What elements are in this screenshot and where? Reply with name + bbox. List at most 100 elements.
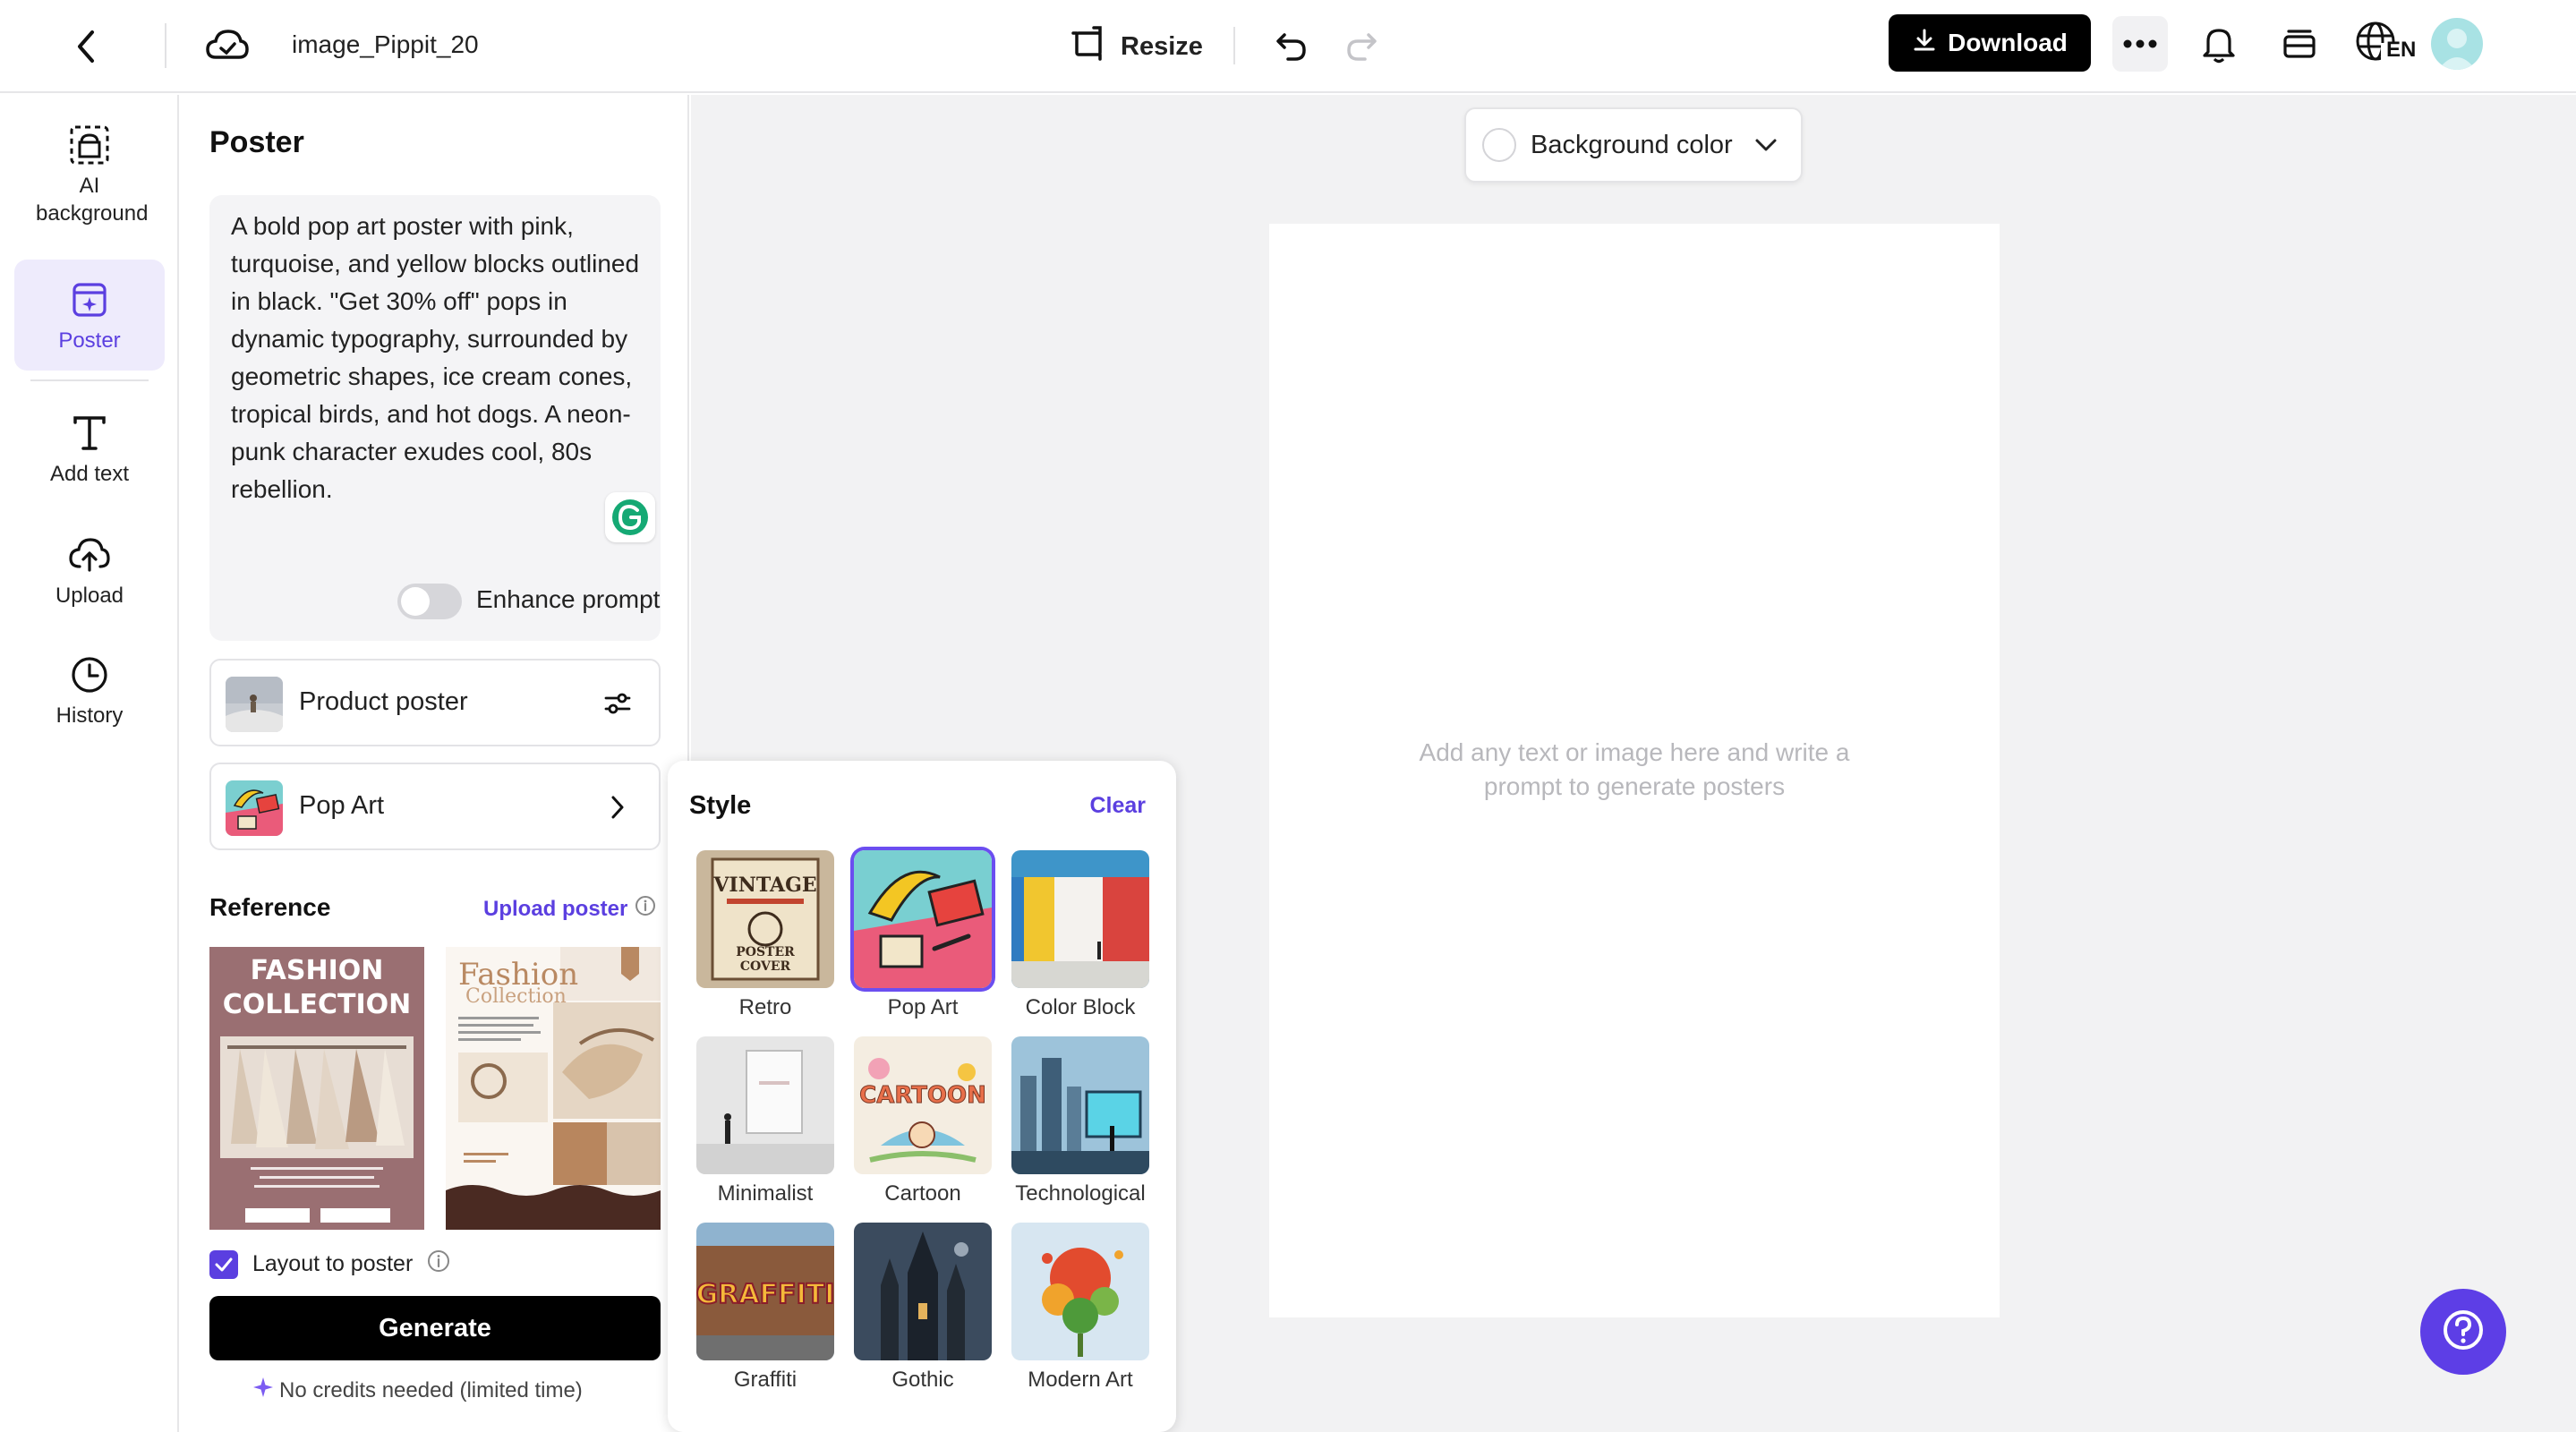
chevron-right-icon: [596, 786, 639, 829]
color-swatch: [1482, 128, 1516, 162]
style-name: Color Block: [1025, 995, 1136, 1019]
rail-item-history[interactable]: History: [14, 652, 165, 729]
upload-poster-label: Upload poster: [483, 896, 628, 921]
gothic-thumbnail: [854, 1223, 992, 1360]
style-name: Pop Art: [887, 995, 959, 1019]
product-poster-thumbnail: [226, 677, 283, 732]
sparkle-icon: [252, 1377, 274, 1404]
left-rail: AI background Poster Add text Upload His…: [0, 95, 179, 1432]
style-option-technological[interactable]: Technological: [1011, 1036, 1149, 1206]
minimalist-thumbnail: [696, 1036, 834, 1174]
style-name: Retro: [738, 995, 792, 1019]
rail-item-upload[interactable]: Upload: [14, 532, 165, 609]
technological-thumbnail: [1011, 1036, 1149, 1174]
rail-item-label: Poster: [58, 328, 121, 353]
svg-text:COLLECTION: COLLECTION: [223, 989, 412, 1020]
style-name: Minimalist: [717, 1181, 814, 1206]
style-option-minimalist[interactable]: Minimalist: [696, 1036, 834, 1206]
rail-item-poster[interactable]: Poster: [14, 260, 165, 371]
svg-text:POSTER: POSTER: [736, 945, 795, 959]
divider: [30, 379, 149, 381]
style-name: Graffiti: [733, 1368, 798, 1392]
history-icon: [66, 652, 113, 698]
file-name[interactable]: image_Pippit_20: [292, 27, 479, 63]
style-name: Gothic: [891, 1368, 954, 1392]
style-option-pop-art[interactable]: Pop Art: [854, 850, 992, 1020]
background-color-dropdown[interactable]: Background color: [1464, 107, 1803, 183]
style-selector[interactable]: Pop Art: [209, 763, 661, 850]
divider: [1233, 27, 1235, 64]
ai-background-icon: [66, 122, 113, 168]
rail-item-ai-background[interactable]: AI background: [14, 122, 165, 227]
prompt-textarea[interactable]: A bold pop art poster with pink, turquoi…: [231, 208, 643, 508]
help-button[interactable]: [2420, 1289, 2506, 1375]
enhance-prompt-label: Enhance prompt: [476, 585, 661, 613]
style-option-cartoon[interactable]: CARTOON Cartoon: [854, 1036, 992, 1206]
style-option-gothic[interactable]: Gothic: [854, 1223, 992, 1393]
background-color-label: Background color: [1531, 130, 1733, 159]
style-option-graffiti[interactable]: GRAFFITI Graffiti: [696, 1223, 834, 1393]
svg-text:FASHION: FASHION: [251, 955, 384, 986]
svg-text:VINTAGE: VINTAGE: [712, 874, 816, 897]
upload-icon: [66, 532, 113, 578]
upload-poster-link[interactable]: Upload poster: [483, 895, 656, 923]
language-code: EN: [2386, 38, 2417, 62]
poster-panel: Poster A bold pop art poster with pink, …: [181, 95, 689, 1432]
divider: [165, 23, 166, 68]
poster-canvas[interactable]: Add any text or image here and write a p…: [1269, 224, 2000, 1317]
style-popup: Style Clear VINTAGE POSTER COVER Retro Pop…: [668, 761, 1176, 1432]
redo-icon[interactable]: [1337, 21, 1386, 70]
language-icon[interactable]: EN: [2352, 18, 2417, 70]
layout-to-poster-label: Layout to poster: [252, 1251, 414, 1276]
generate-button[interactable]: Generate: [209, 1296, 661, 1360]
pop-art-thumbnail: [854, 850, 992, 988]
style-option-color-block[interactable]: Color Block: [1011, 850, 1149, 1020]
layout-to-poster-row: Layout to poster: [209, 1249, 450, 1279]
settings-sliders-icon[interactable]: [596, 682, 639, 725]
enhance-prompt-toggle[interactable]: [397, 584, 462, 619]
back-arrow-icon[interactable]: [63, 23, 109, 70]
credits-note: No credits needed (limited time): [252, 1377, 628, 1404]
poster-type-selector[interactable]: Product poster: [209, 659, 661, 746]
style-option-modern-art[interactable]: Modern Art: [1011, 1223, 1149, 1393]
notification-bell-icon[interactable]: [2193, 18, 2245, 70]
prompt-box[interactable]: A bold pop art poster with pink, turquoi…: [209, 195, 661, 641]
grammarly-icon[interactable]: [605, 492, 655, 542]
reference-image-fashion-rack[interactable]: FASHION COLLECTION: [209, 947, 424, 1230]
undo-icon[interactable]: [1267, 21, 1316, 70]
download-icon: [1912, 28, 1937, 59]
modern-art-thumbnail: [1011, 1223, 1149, 1360]
resize-button[interactable]: Resize: [1070, 21, 1203, 72]
style-popup-title: Style: [689, 791, 752, 820]
layers-icon[interactable]: [2273, 18, 2325, 70]
more-options-icon[interactable]: [2112, 16, 2168, 72]
graffiti-thumbnail: GRAFFITI: [696, 1223, 834, 1360]
cloud-saved-icon[interactable]: [204, 21, 251, 68]
clear-button[interactable]: Clear: [1089, 793, 1146, 819]
resize-label: Resize: [1121, 31, 1203, 61]
rail-item-label: Add text: [49, 462, 130, 486]
download-label: Download: [1948, 29, 2068, 56]
info-icon: [635, 895, 656, 923]
pop-art-thumbnail: [226, 780, 283, 836]
svg-text:Collection: Collection: [465, 985, 567, 1008]
download-button[interactable]: Download: [1889, 14, 2091, 72]
poster-type-label: Product poster: [299, 687, 468, 716]
style-name: Cartoon: [884, 1181, 961, 1206]
svg-text:COVER: COVER: [740, 959, 791, 974]
rail-item-label: Upload: [55, 584, 124, 608]
style-label: Pop Art: [299, 791, 385, 820]
chevron-down-icon: [1753, 132, 1779, 158]
canvas-hint: Add any text or image here and write a p…: [1419, 738, 1850, 800]
resize-icon: [1070, 24, 1108, 69]
style-name: Technological: [1015, 1181, 1146, 1206]
help-icon: [2441, 1308, 2486, 1357]
panel-title: Poster: [209, 125, 304, 159]
reference-image-fashion-shoes[interactable]: Fashion Collection: [446, 947, 661, 1230]
reference-title: Reference: [209, 893, 331, 921]
cartoon-thumbnail: CARTOON: [854, 1036, 992, 1174]
layout-to-poster-checkbox[interactable]: [209, 1249, 238, 1279]
avatar[interactable]: [2431, 18, 2483, 70]
rail-item-add-text[interactable]: Add text: [14, 410, 165, 488]
style-option-retro[interactable]: VINTAGE POSTER COVER Retro: [696, 850, 834, 1020]
